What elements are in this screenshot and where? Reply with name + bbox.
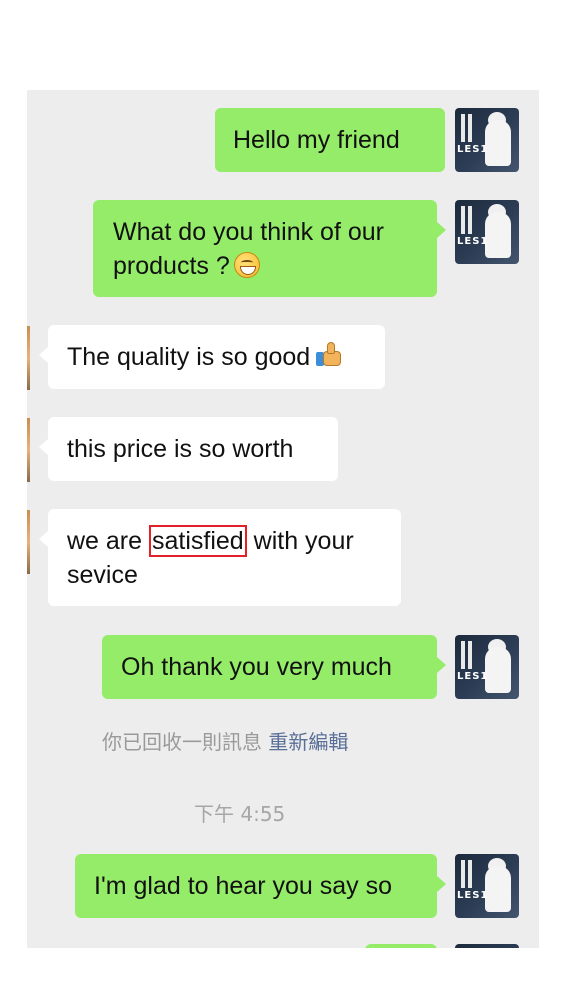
- message-text: The quality is so good: [67, 343, 311, 371]
- outgoing-message[interactable]: Hello my friend: [215, 108, 445, 172]
- contact-avatar[interactable]: [27, 326, 30, 390]
- message-text: we are: [67, 527, 149, 555]
- message-text: this price is so worth: [67, 435, 294, 463]
- user-avatar[interactable]: LES1: [455, 200, 519, 264]
- incoming-message[interactable]: The quality is so good: [39, 325, 385, 389]
- user-avatar[interactable]: LES1: [455, 854, 519, 918]
- highlighted-word: satisfied: [148, 525, 247, 557]
- outgoing-message[interactable]: Oh thank you very much: [102, 635, 446, 699]
- message-text: I'm glad to hear you say so: [94, 872, 392, 900]
- thumbs-up-emoji-icon: [314, 341, 342, 369]
- outgoing-message[interactable]: What do you think of our products ?: [93, 200, 446, 297]
- message-timestamp: 下午 4:55: [194, 802, 286, 826]
- recall-notice: 你已回收一則訊息 重新編輯: [102, 726, 348, 755]
- incoming-message[interactable]: this price is so worth: [39, 417, 338, 481]
- incoming-message[interactable]: we are satisfied with your sevice: [39, 509, 401, 606]
- contact-avatar[interactable]: [27, 510, 30, 574]
- re-edit-link[interactable]: 重新編輯: [268, 730, 348, 754]
- contact-avatar[interactable]: [27, 418, 30, 482]
- user-avatar[interactable]: LES1: [455, 108, 519, 172]
- recall-notice-text: 你已回收一則訊息: [102, 730, 262, 754]
- message-text: Oh thank you very much: [121, 653, 392, 681]
- outgoing-message-partial[interactable]: [365, 944, 437, 948]
- chat-panel: Hello my friend LES1 What do you think o…: [27, 90, 539, 948]
- grinning-emoji-icon: [233, 252, 260, 278]
- user-avatar[interactable]: [455, 944, 519, 948]
- outgoing-message[interactable]: I'm glad to hear you say so: [75, 854, 446, 918]
- message-text: Hello my friend: [233, 126, 400, 154]
- user-avatar[interactable]: LES1: [455, 635, 519, 699]
